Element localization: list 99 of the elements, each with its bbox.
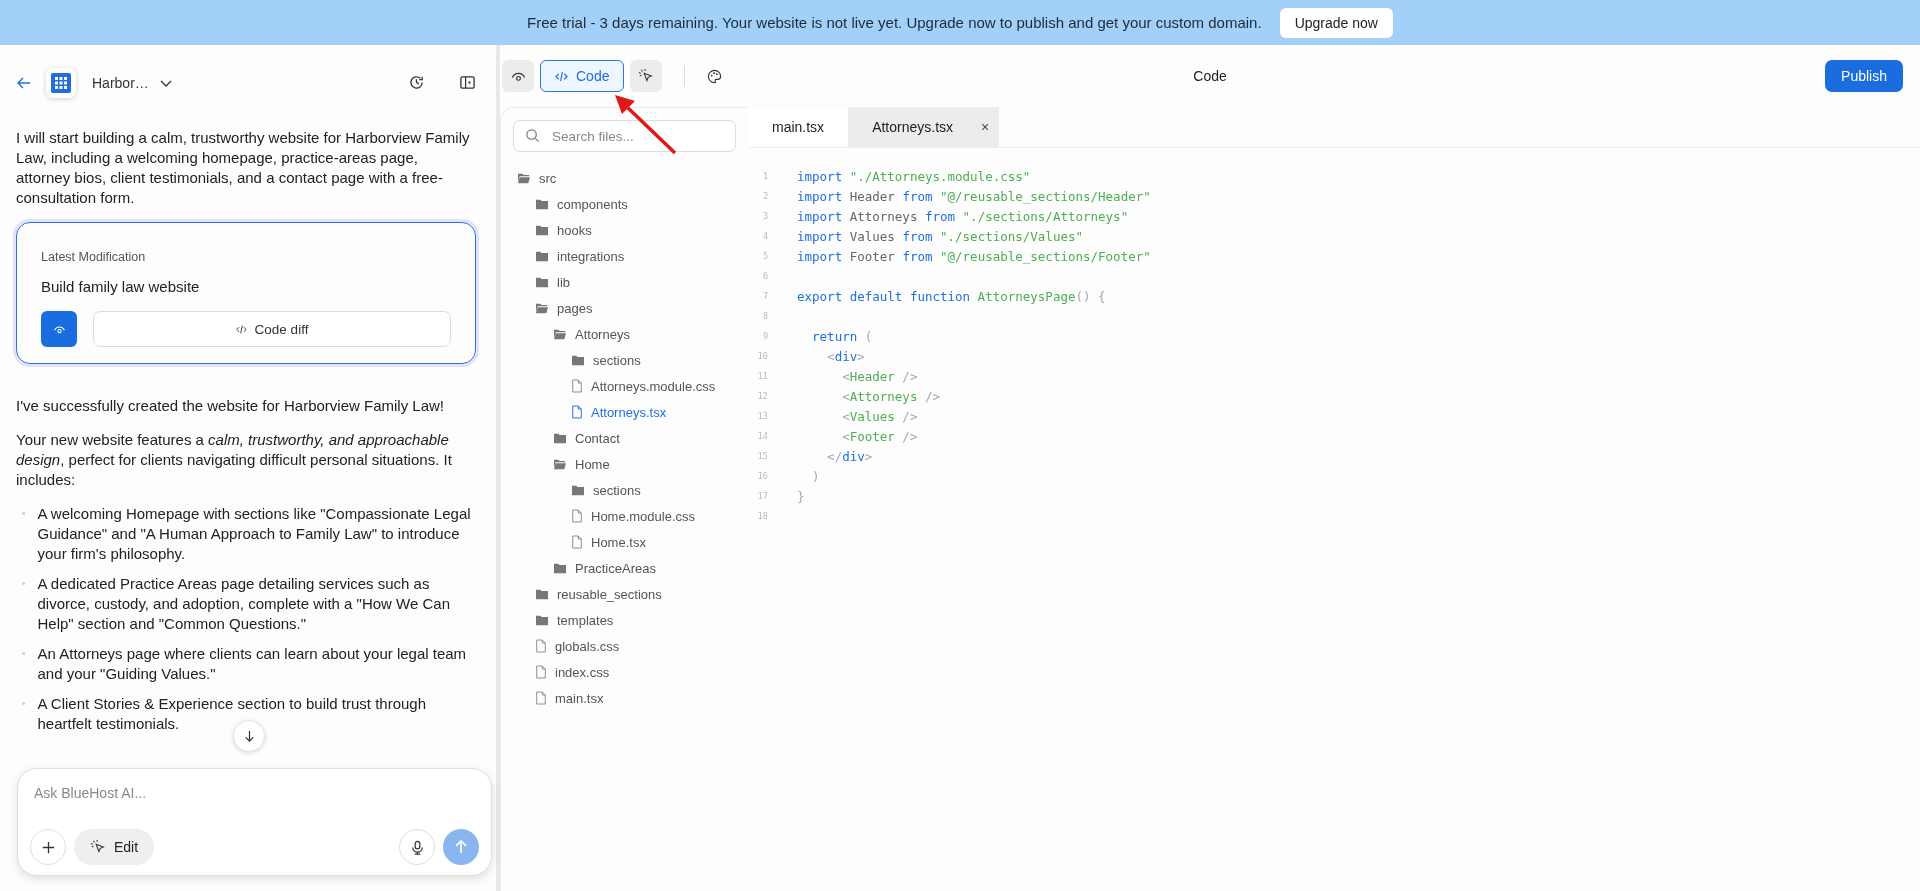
arrow-up-icon bbox=[453, 839, 469, 855]
code-line: <Footer /> bbox=[841, 428, 918, 444]
preview-tab[interactable] bbox=[502, 60, 534, 92]
file-icon bbox=[535, 691, 547, 705]
line-number: 9 bbox=[761, 331, 768, 341]
project-selector[interactable]: Harbor… bbox=[86, 74, 149, 91]
view-title: Code bbox=[1193, 68, 1227, 84]
line-number: 15 bbox=[756, 451, 768, 461]
upgrade-button[interactable]: Upgrade now bbox=[1279, 7, 1393, 38]
modification-title: Build family law website bbox=[41, 277, 201, 297]
code-line: <Attorneys /> bbox=[841, 388, 940, 404]
file-tree-item[interactable]: Home.tsx bbox=[591, 534, 646, 550]
file-icon bbox=[535, 639, 547, 653]
list-item: A welcoming Homepage with sections like "Compassionate Legal Guidance" and "A Human Approach to Family Law" to introduce your firm's philosophy. bbox=[37, 504, 472, 564]
line-number: 14 bbox=[756, 431, 768, 441]
modification-label: Latest Modification bbox=[41, 249, 147, 266]
file-tree-item[interactable]: sections bbox=[593, 482, 641, 498]
file-icon bbox=[535, 665, 547, 679]
code-line: </div> bbox=[826, 448, 873, 464]
cursor-sparkle-icon bbox=[90, 839, 106, 855]
line-number: 7 bbox=[761, 291, 768, 301]
file-tree-item[interactable]: components bbox=[557, 196, 628, 212]
edit-button[interactable]: Edit bbox=[74, 829, 155, 865]
search-icon bbox=[525, 128, 540, 143]
code-line: } bbox=[797, 488, 805, 504]
line-number: 16 bbox=[756, 471, 768, 481]
file-tree-item[interactable]: lib bbox=[557, 274, 570, 290]
file-tree-item[interactable]: pages bbox=[557, 300, 593, 316]
file-tree-item[interactable]: integrations bbox=[557, 248, 625, 264]
file-tree-item[interactable]: Contact bbox=[575, 430, 620, 446]
code-line: import Header from "@/reusable_sections/Header" bbox=[797, 188, 1151, 204]
list-item: An Attorneys page where clients can learn about your legal team and your "Guiding Values." bbox=[37, 644, 468, 684]
file-tree-item[interactable]: templates bbox=[557, 612, 614, 628]
close-tab-button[interactable]: × bbox=[981, 119, 990, 135]
bullet-mark: • bbox=[21, 697, 26, 711]
sidebar-toggle-icon[interactable] bbox=[459, 74, 476, 91]
code-line: import Footer from "@/reusable_sections/Footer" bbox=[797, 248, 1151, 264]
line-number: 6 bbox=[761, 271, 768, 281]
list-item: A Client Stories & Experience section to build trust through heartfelt testimonials. bbox=[37, 694, 428, 734]
file-icon bbox=[571, 509, 583, 523]
line-number: 1 bbox=[761, 171, 768, 181]
file-tree-item[interactable]: reusable_sections bbox=[557, 586, 662, 602]
code-line: import Values from "./sections/Values" bbox=[797, 228, 1083, 244]
file-tree-item[interactable]: src bbox=[539, 170, 557, 186]
file-tree-item[interactable]: hooks bbox=[557, 222, 592, 238]
code-diff-button[interactable]: Code diff bbox=[93, 311, 451, 347]
file-search-field[interactable]: Search files... bbox=[513, 120, 736, 152]
code-line: ) bbox=[811, 468, 820, 484]
cursor-sparkle-icon bbox=[638, 68, 655, 84]
code-icon bbox=[235, 323, 247, 335]
plus-icon bbox=[40, 839, 56, 855]
code-line: return ( bbox=[811, 328, 873, 344]
code-tab[interactable]: Code bbox=[540, 60, 625, 92]
bullet-mark: • bbox=[21, 647, 26, 661]
microphone-icon bbox=[409, 839, 425, 855]
publish-button[interactable]: Publish bbox=[1825, 60, 1903, 92]
list-item: A dedicated Practice Areas page detailing services such as divorce, custody, and adoption, complete with a "How We Can Help" section and "Common Questions." bbox=[37, 574, 451, 634]
microphone-button[interactable] bbox=[399, 829, 435, 865]
file-tree-item[interactable]: PracticeAreas bbox=[575, 560, 656, 576]
assistant-message: Your new website features a calm, trustworthy, and approachable design, perfect for clients navigating difficult personal situations. It includes: bbox=[16, 430, 453, 490]
file-tree-item[interactable]: index.css bbox=[555, 664, 610, 680]
line-number: 12 bbox=[756, 391, 768, 401]
file-tree-item[interactable]: sections bbox=[593, 352, 641, 368]
code-line: import Attorneys from "./sections/Attorneys" bbox=[797, 208, 1129, 224]
file-tree-item[interactable]: Attorneys bbox=[575, 326, 630, 342]
scroll-down-button[interactable] bbox=[233, 720, 265, 752]
line-number: 2 bbox=[761, 191, 768, 201]
line-number: 5 bbox=[761, 251, 768, 261]
bullet-mark: • bbox=[21, 507, 26, 521]
palette-icon[interactable] bbox=[707, 68, 723, 84]
file-tree-item[interactable]: Home bbox=[575, 456, 610, 472]
line-number: 18 bbox=[756, 511, 768, 521]
file-tree-item[interactable]: Home.module.css bbox=[591, 508, 696, 524]
code-line: export default function AttorneysPage() { bbox=[797, 288, 1106, 304]
select-tab[interactable] bbox=[630, 60, 663, 92]
line-number: 13 bbox=[756, 411, 768, 421]
line-number: 10 bbox=[756, 351, 768, 361]
trial-message: Free trial - 3 days remaining. Your website is not live yet. Upgrade now to publish and get your custom domain. bbox=[527, 14, 1262, 31]
code-line: <Header /> bbox=[841, 368, 918, 384]
file-tree-item[interactable]: Attorneys.tsx bbox=[591, 404, 667, 420]
file-tree-item[interactable]: Attorneys.module.css bbox=[591, 378, 716, 394]
code-line: <div> bbox=[826, 348, 865, 364]
file-tree-item[interactable]: globals.css bbox=[555, 638, 620, 654]
preview-button[interactable] bbox=[41, 311, 77, 347]
code-line: <Values /> bbox=[841, 408, 918, 424]
code-line: import "./Attorneys.module.css" bbox=[797, 168, 1031, 184]
assistant-message: I will start building a calm, trustworthy website for Harborview Family Law, including a welcoming homepage, practice-areas page, attorney bios, client testimonials, and a contact page with a free-consultation form. bbox=[16, 128, 471, 208]
file-icon bbox=[571, 379, 583, 393]
file-tree-item[interactable]: main.tsx bbox=[555, 690, 604, 706]
line-number: 4 bbox=[761, 231, 768, 241]
code-icon bbox=[555, 69, 568, 83]
history-icon[interactable] bbox=[408, 74, 425, 91]
assistant-message: I've successfully created the website for Harborview Family Law! bbox=[16, 396, 446, 416]
bullet-mark: • bbox=[21, 577, 26, 591]
file-icon bbox=[571, 535, 583, 549]
editor-tab[interactable]: Attorneys.tsx × bbox=[848, 107, 1000, 147]
file-icon bbox=[571, 405, 583, 419]
line-number: 11 bbox=[756, 371, 768, 381]
line-number: 17 bbox=[756, 491, 768, 501]
